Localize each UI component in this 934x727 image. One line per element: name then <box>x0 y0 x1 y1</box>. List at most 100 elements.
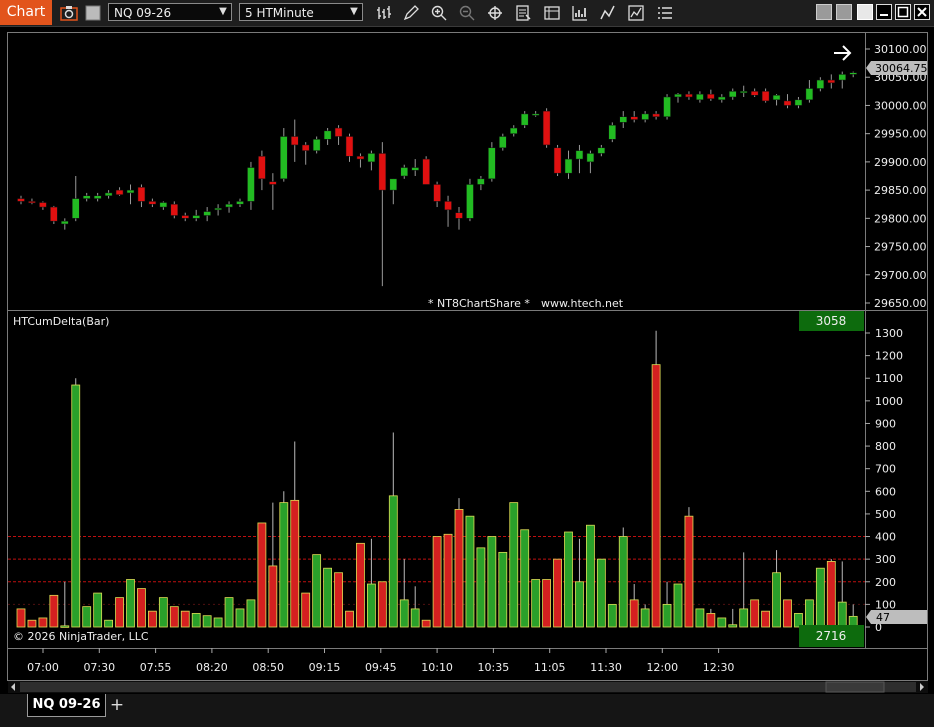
delta-tick-label: 600 <box>875 485 896 498</box>
delta-bar <box>454 508 464 628</box>
delta-tick-label: 1300 <box>875 327 903 340</box>
price-candle <box>433 184 441 202</box>
price-candle <box>61 220 69 225</box>
price-candle <box>849 72 857 75</box>
price-candle <box>312 139 321 151</box>
delta-bar <box>739 608 749 628</box>
price-candle <box>794 99 803 106</box>
delta-bar <box>706 613 716 628</box>
price-candle <box>126 189 135 194</box>
price-tick-label: 29800.00 <box>874 212 927 225</box>
time-tick-label: 07:00 <box>27 661 59 674</box>
price-panel <box>17 71 857 287</box>
price-candle <box>236 201 244 205</box>
chart-canvas[interactable]: 30100.0030050.0030000.0029950.0029900.00… <box>0 0 934 694</box>
time-tick-label: 11:30 <box>590 661 622 674</box>
price-candle <box>280 136 288 180</box>
delta-bar <box>783 599 792 628</box>
last-price-marker: 30064.75 <box>866 61 928 75</box>
delta-bar <box>772 572 781 628</box>
delta-bar <box>629 599 639 628</box>
time-tick-label: 11:05 <box>534 661 566 674</box>
delta-bar <box>564 531 573 628</box>
delta-bar <box>750 599 760 628</box>
delta-bar <box>38 617 48 628</box>
delta-bar <box>640 608 650 628</box>
delta-bar <box>356 542 365 628</box>
delta-bar <box>169 606 179 628</box>
time-tick-label: 09:15 <box>309 661 341 674</box>
delta-bar <box>213 617 223 628</box>
price-candle <box>72 198 80 219</box>
delta-bar <box>794 613 803 628</box>
price-candle <box>50 206 58 222</box>
delta-bar <box>837 601 847 628</box>
tab-nq-09-26[interactable]: NQ 09-26 <box>27 694 106 717</box>
arrow-right-icon[interactable] <box>834 45 852 61</box>
delta-bar <box>366 583 376 628</box>
delta-bar <box>312 554 322 628</box>
price-candle <box>17 198 25 202</box>
price-candle <box>400 167 408 177</box>
delta-bar <box>509 502 519 628</box>
delta-bar <box>761 610 770 628</box>
price-candle <box>783 100 792 106</box>
price-tick-label: 30000.00 <box>874 99 927 112</box>
price-candle <box>608 124 617 140</box>
price-candle <box>729 91 737 98</box>
delta-bar <box>235 608 245 628</box>
delta-bar <box>147 610 157 628</box>
delta-tick-label: 500 <box>875 508 896 521</box>
delta-bar <box>399 599 409 628</box>
delta-bar <box>618 536 628 628</box>
delta-bar <box>695 608 705 628</box>
delta-tick-label: 200 <box>875 576 896 589</box>
price-candle <box>444 201 452 211</box>
delta-bar <box>290 499 300 628</box>
price-candle <box>225 203 233 208</box>
delta-bar <box>158 597 168 628</box>
delta-bar <box>191 613 201 628</box>
last-price-label: 30064.75 <box>875 62 928 75</box>
delta-bar <box>71 384 81 628</box>
horizontal-scrollbar[interactable] <box>8 681 928 693</box>
price-candle <box>269 181 277 185</box>
price-candle <box>652 113 660 117</box>
price-candle <box>301 144 310 151</box>
price-candle <box>575 150 584 160</box>
price-candle <box>291 136 299 146</box>
price-candle <box>816 79 825 89</box>
delta-tick-label: 900 <box>875 417 896 430</box>
delta-bar <box>16 608 26 628</box>
delta-tick-label: 800 <box>875 440 896 453</box>
delta-bar <box>377 581 387 628</box>
price-candle <box>488 147 496 180</box>
price-candle <box>674 93 682 98</box>
price-candle <box>137 187 146 202</box>
price-candle <box>761 91 770 102</box>
add-tab-icon[interactable]: + <box>107 696 127 716</box>
delta-tick-label: 1000 <box>875 395 903 408</box>
price-candle <box>707 93 715 99</box>
scrollbar-thumb[interactable] <box>825 681 885 693</box>
time-axis: 07:00 07:30 07:55 08:20 08:50 09:15 09:45 10:10… <box>27 648 734 674</box>
price-candle <box>696 93 704 101</box>
price-candle <box>170 203 179 216</box>
delta-bar <box>126 579 135 628</box>
delta-bar <box>388 495 398 628</box>
price-candle <box>477 178 485 185</box>
delta-bar <box>586 524 595 628</box>
price-candle <box>542 110 551 146</box>
delta-bar <box>115 597 124 628</box>
price-candle <box>838 74 846 81</box>
price-candle <box>203 211 211 216</box>
delta-tick-label: 100 <box>875 598 896 611</box>
delta-bar <box>410 608 420 628</box>
delta-bar <box>596 558 606 628</box>
delta-bar <box>432 536 442 628</box>
price-candle <box>619 116 627 123</box>
price-candle <box>630 116 638 120</box>
time-tick-label: 08:20 <box>196 661 228 674</box>
delta-bar <box>301 592 311 628</box>
delta-panel <box>8 330 865 628</box>
